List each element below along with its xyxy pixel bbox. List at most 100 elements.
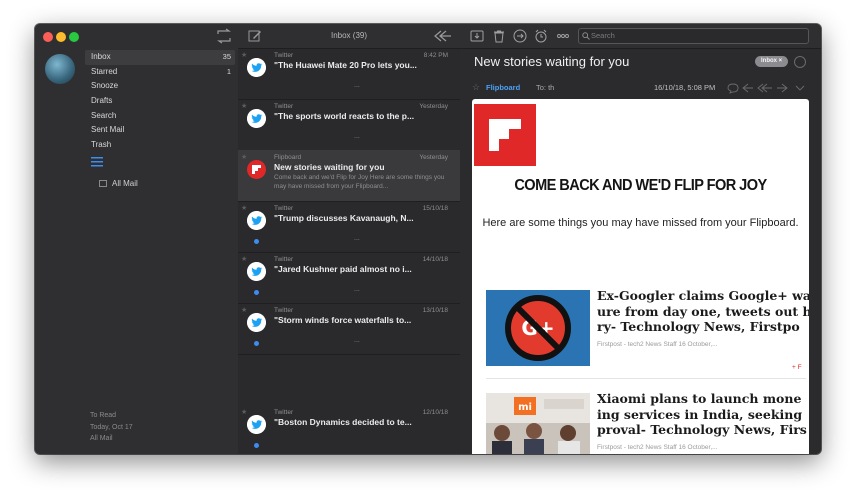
article-card[interactable]: G+ Ex-Googler claims Google+ wa ure from…: [486, 288, 809, 380]
recipient-line[interactable]: To: th: [536, 83, 554, 92]
to-read-date: Today, Oct 17: [90, 423, 133, 431]
sidebar-item-label: All Mail: [112, 179, 138, 188]
message-actions-icons[interactable]: [726, 82, 816, 94]
flipboard-logo: [474, 104, 536, 166]
move-to-icon[interactable]: [513, 29, 527, 43]
unread-dot-icon: [254, 239, 259, 244]
sidebar-item-label: Sent Mail: [91, 125, 125, 135]
twitter-icon: [247, 211, 266, 230]
archive-icon[interactable]: [470, 29, 484, 43]
message-sender: Twitter: [274, 256, 294, 263]
message-row[interactable]: ★ Flipboard Yesterday New stories waiting f…: [238, 150, 460, 202]
unread-dot-icon: [254, 341, 259, 346]
message-list-header: Inbox (39): [238, 24, 460, 49]
message-time: 15/10/18: [422, 205, 448, 212]
twitter-icon: [247, 109, 266, 128]
message-row[interactable]: ★ Twitter 15/10/18 "Trump discusses Kavanau…: [238, 201, 460, 253]
sidebar-item-all-mail[interactable]: All Mail: [99, 179, 138, 188]
sidebar-item-label: Drafts: [91, 96, 113, 106]
snooze-alarm-icon[interactable]: [534, 29, 548, 43]
sidebar-item-trash[interactable]: Trash: [85, 138, 235, 153]
message-time: Yesterday: [419, 103, 448, 110]
minimize-window-button[interactable]: [56, 32, 66, 42]
flip-more-link[interactable]: + F: [792, 364, 802, 371]
star-icon[interactable]: ☆: [472, 82, 480, 93]
article-title-line: proval- Technology News, Firs: [597, 422, 807, 437]
sidebar-item-label: Snooze: [91, 81, 119, 91]
search-icon: [582, 32, 590, 40]
unread-dot-icon: [254, 443, 259, 448]
message-sender: Twitter: [274, 205, 294, 212]
smart-folder-summary: To Read Today, Oct 17 All Mail: [90, 410, 133, 445]
to-read-label: To Read: [90, 412, 117, 419]
trash-icon[interactable]: [492, 29, 506, 43]
hamburger-menu-icon[interactable]: [91, 157, 103, 167]
twitter-icon: [247, 58, 266, 77]
thread-dots: ...: [354, 235, 360, 242]
sidebar-item-drafts[interactable]: Drafts: [85, 94, 235, 109]
add-label-icon[interactable]: [794, 56, 806, 68]
starred-count: 1: [226, 66, 231, 76]
twitter-icon: [247, 313, 266, 332]
message-row[interactable]: ★ Twitter 8:42 PM "The Huawei Mate 20 Pro l…: [238, 48, 460, 100]
xiaomi-event-photo: mi: [486, 393, 590, 454]
article-title-line: ry- Technology News, Firstpo: [597, 319, 800, 334]
message-sender: Twitter: [274, 409, 294, 416]
message-preview: Come back and we'd Flip for Joy Here are…: [274, 174, 445, 190]
search-input[interactable]: Search: [578, 28, 809, 44]
message-reader: Search New stories waiting for you Inbox…: [460, 24, 821, 454]
message-meta: ☆ Flipboard To: th 16/10/18, 5:08 PM: [472, 82, 816, 94]
twitter-icon: [247, 262, 266, 281]
google-plus-banned-image: G+: [486, 290, 590, 366]
sidebar-item-label: Inbox: [91, 52, 111, 61]
email-body: COME BACK AND WE'D FLIP FOR JOY Here are…: [472, 99, 809, 454]
more-options-icon[interactable]: [556, 29, 570, 43]
sidebar: Inbox 35 Starred 1 Snooze Drafts Search …: [35, 24, 239, 454]
reader-toolbar: Search: [460, 24, 821, 49]
inbox-label-badge[interactable]: Inbox ×: [755, 56, 789, 67]
sidebar-item-starred[interactable]: Starred 1: [85, 65, 235, 80]
sidebar-item-inbox[interactable]: Inbox 35: [85, 50, 235, 65]
sidebar-item-snooze[interactable]: Snooze: [85, 79, 235, 94]
message-row[interactable]: ★ Twitter 13/10/18 "Storm winds force water…: [238, 303, 460, 355]
message-subject: "Trump discusses Kavanaugh, N...: [274, 213, 414, 223]
sender-name[interactable]: Flipboard: [486, 83, 520, 92]
mailbox-title: Inbox (39): [330, 31, 368, 40]
article-source: Firstpost - tech2 News Staff 16 October,…: [597, 341, 718, 348]
article-title-line: ing services in India, seeking: [597, 406, 803, 422]
sidebar-item-label: Starred: [91, 66, 118, 76]
unread-dot-icon: [254, 290, 259, 295]
message-time: 8:42 PM: [423, 52, 448, 59]
article-card[interactable]: mi Xiaomi plans to launch mone ing servi…: [486, 391, 809, 454]
message-row[interactable]: ★ Twitter 14/10/18 "Jared Kushner paid almo…: [238, 252, 460, 304]
sidebar-item-search[interactable]: Search: [85, 109, 235, 124]
thread-dots: ...: [354, 337, 360, 344]
account-avatar[interactable]: [45, 54, 75, 84]
email-intro: Here are some things you may have missed…: [482, 217, 799, 229]
sidebar-item-sent-mail[interactable]: Sent Mail: [85, 123, 235, 138]
article-title[interactable]: Xiaomi plans to launch mone ing services…: [597, 391, 809, 438]
sync-icon[interactable]: [215, 28, 233, 44]
close-window-button[interactable]: [43, 32, 53, 42]
twitter-icon: [247, 415, 266, 434]
message-subject: "The Huawei Mate 20 Pro lets you...: [274, 60, 417, 70]
email-headline: COME BACK AND WE'D FLIP FOR JOY: [514, 177, 767, 194]
article-title-line: Ex-Googler claims Google+ wa: [597, 288, 809, 303]
message-time: 12/10/18: [422, 409, 448, 416]
article-title[interactable]: Ex-Googler claims Google+ wa ure from da…: [597, 288, 809, 335]
message-date: 16/10/18, 5:08 PM: [654, 83, 716, 92]
sidebar-item-label: Search: [91, 110, 117, 120]
message-row[interactable]: ★ Twitter 12/10/18 "Boston Dynamics decided…: [238, 405, 460, 454]
message-subject: "Storm winds force waterfalls to...: [274, 315, 412, 325]
zoom-window-button[interactable]: [69, 32, 79, 42]
reply-all-icon[interactable]: [434, 30, 452, 42]
article-title-line: Xiaomi plans to launch mone: [597, 391, 802, 406]
folder-icon: [99, 180, 107, 188]
flipboard-icon: [247, 160, 266, 179]
mailbox-nav: Inbox 35 Starred 1 Snooze Drafts Search …: [85, 50, 235, 153]
message-subject: "Boston Dynamics decided to te...: [274, 417, 412, 427]
message-time: 14/10/18: [422, 256, 448, 263]
message-row[interactable]: ★ Twitter Yesterday "The sports world react…: [238, 99, 460, 151]
search-placeholder: Search: [591, 31, 615, 40]
mail-app-window: Inbox 35 Starred 1 Snooze Drafts Search …: [35, 24, 821, 454]
